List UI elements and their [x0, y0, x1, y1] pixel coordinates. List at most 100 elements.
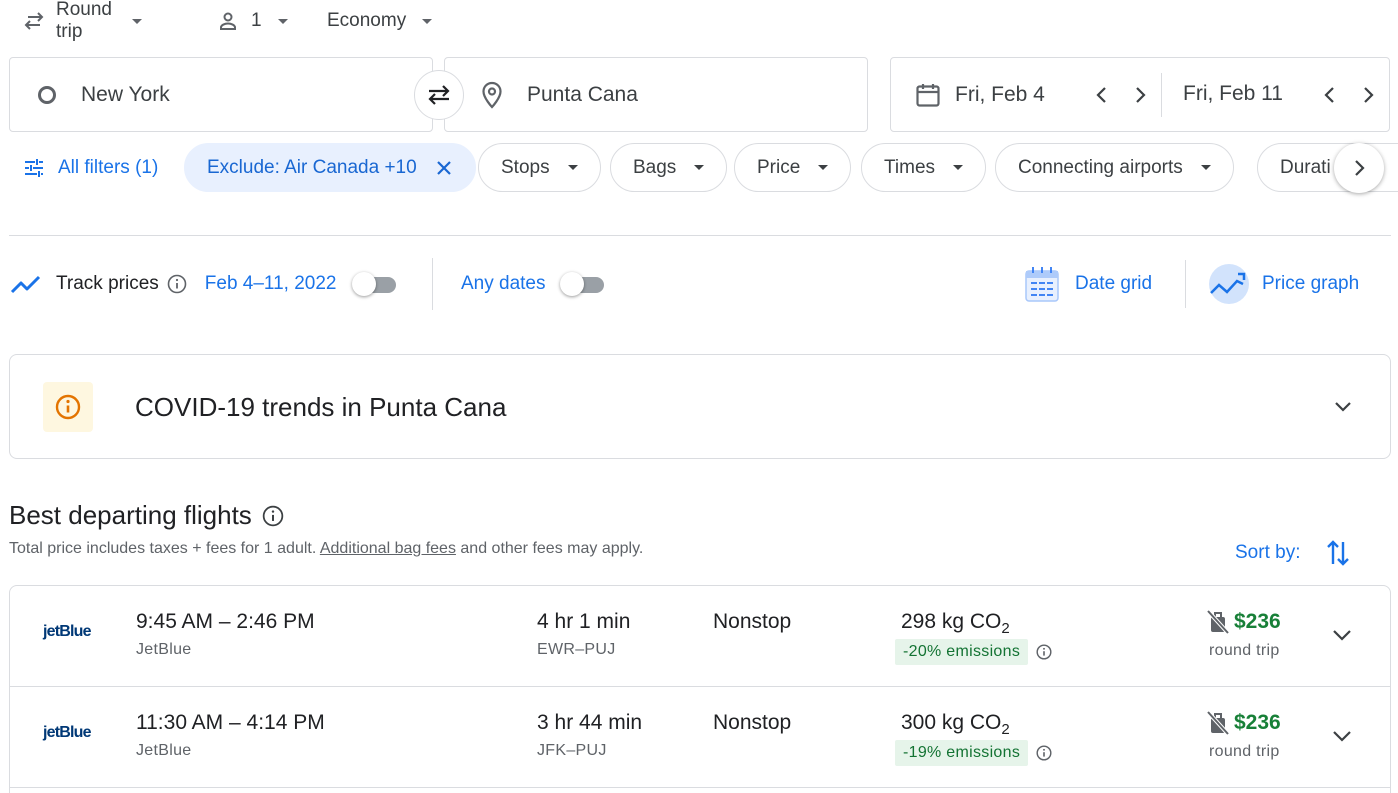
track-prices-toggle[interactable] [352, 272, 397, 296]
airline-name: JetBlue [136, 742, 192, 759]
any-dates: Any dates [461, 258, 604, 310]
dates-field[interactable]: Fri, Feb 4 Fri, Feb 11 [890, 57, 1390, 132]
flight-duration: 4 hr 1 min [537, 610, 631, 633]
sort-by-button[interactable]: Sort by: [1235, 538, 1350, 568]
chip-stops-label: Stops [501, 156, 550, 178]
chevron-down-icon [1333, 731, 1351, 742]
close-icon[interactable] [435, 159, 453, 177]
flight-price: $236 [1206, 709, 1281, 737]
chip-price[interactable]: Price [734, 143, 852, 192]
passengers-select[interactable]: 1 [215, 0, 288, 42]
swap-locations-button[interactable] [414, 70, 464, 120]
covid-title: COVID-19 trends in Punta Cana [135, 392, 507, 422]
chip-connecting-airports[interactable]: Connecting airports [995, 143, 1234, 192]
chevron-left-icon [1324, 87, 1334, 103]
destination-field[interactable]: Punta Cana [444, 57, 868, 132]
return-prev-button[interactable] [1319, 83, 1341, 107]
return-next-button[interactable] [1357, 83, 1379, 107]
any-dates-label: Any dates [461, 273, 546, 294]
flight-route: JFK–PUJ [537, 742, 607, 759]
trip-type-label: Round trip [56, 0, 112, 42]
chevron-down-icon[interactable] [1332, 395, 1354, 417]
price-graph-button[interactable]: Price graph [1208, 258, 1359, 310]
origin-field[interactable]: New York [9, 57, 433, 132]
track-prices: Track prices Feb 4–11, 2022 [10, 258, 397, 310]
info-icon[interactable] [262, 505, 284, 527]
chip-bags[interactable]: Bags [610, 143, 728, 192]
info-icon[interactable] [167, 274, 187, 294]
info-icon[interactable] [1036, 745, 1052, 761]
covid-trends-card[interactable]: COVID-19 trends in Punta Cana [9, 354, 1391, 459]
chevron-down-icon [694, 165, 705, 170]
toggle-knob [559, 272, 584, 296]
chevron-down-icon [1200, 165, 1211, 170]
vertical-divider [432, 258, 433, 310]
price-value: $236 [1234, 711, 1281, 734]
emissions-badge: -20% emissions [895, 639, 1029, 665]
cabin-class-select[interactable]: Economy [327, 0, 433, 42]
sort-icon [1327, 540, 1350, 566]
person-icon [215, 8, 241, 34]
chevron-down-icon [277, 18, 288, 24]
price-graph-label: Price graph [1262, 273, 1360, 294]
chevron-right-icon [1136, 87, 1146, 103]
price-graph-icon [1209, 264, 1249, 304]
co2-value: 300 kg CO [901, 711, 1002, 734]
chip-times-label: Times [884, 156, 936, 178]
flight-stops: Nonstop [713, 610, 792, 633]
trending-icon [10, 275, 41, 294]
co2-amount: 298 kg CO2 [901, 610, 1010, 637]
return-date[interactable]: Fri, Feb 11 [1183, 82, 1283, 106]
flight-results-list: jetBlue 9:45 AM – 2:46 PM JetBlue 4 hr 1… [9, 585, 1391, 793]
no-carry-on-bag-icon [1206, 609, 1230, 635]
price-note: round trip [1209, 642, 1280, 659]
bag-fees-link[interactable]: Additional bag fees [320, 540, 456, 557]
info-icon[interactable] [1036, 644, 1052, 660]
depart-date[interactable]: Fri, Feb 4 [955, 83, 1045, 107]
vertical-divider [1185, 260, 1186, 308]
chevron-right-icon [1355, 160, 1365, 176]
all-filters-button[interactable]: All filters (1) [22, 143, 158, 192]
co2-subscript: 2 [1001, 721, 1010, 739]
best-flights-subtitle: Total price includes taxes + fees for 1 … [9, 540, 643, 558]
best-flights-title: Best departing flights [9, 500, 252, 530]
airline-logo: jetBlue [43, 623, 92, 640]
origin-circle-icon [38, 85, 56, 104]
co2-value: 298 kg CO [901, 610, 1002, 633]
price-note: round trip [1209, 743, 1280, 760]
expand-flight-button[interactable] [1328, 723, 1356, 749]
any-dates-toggle[interactable] [559, 272, 604, 296]
chip-times[interactable]: Times [861, 143, 987, 192]
filter-chips-bar: All filters (1) Exclude: Air Canada +10 … [0, 143, 1398, 193]
airline-name: JetBlue [136, 641, 192, 658]
trip-type-select[interactable]: Round trip [22, 0, 142, 42]
price-value: $236 [1234, 610, 1281, 633]
exclude-airlines-chip[interactable]: Exclude: Air Canada +10 [184, 143, 476, 192]
expand-flight-button[interactable] [1328, 622, 1356, 648]
flight-row[interactable]: jetBlue 9:45 AM – 2:46 PM JetBlue 4 hr 1… [10, 586, 1390, 687]
chevron-down-icon [422, 18, 433, 24]
track-prices-label: Track prices [56, 273, 159, 294]
track-dates: Feb 4–11, 2022 [204, 273, 337, 294]
chevron-down-icon [953, 165, 964, 170]
subtitle-text: Total price includes taxes + fees for 1 … [9, 540, 320, 557]
all-filters-label: All filters (1) [58, 156, 159, 178]
chip-stops[interactable]: Stops [478, 143, 601, 192]
origin-input[interactable]: New York [81, 83, 170, 107]
flight-times: 9:45 AM – 2:46 PM [136, 610, 315, 633]
depart-prev-button[interactable] [1091, 83, 1113, 107]
airline-logo: jetBlue [43, 724, 92, 741]
destination-input[interactable]: Punta Cana [527, 83, 638, 107]
flight-price: $236 [1206, 608, 1281, 636]
location-pin-icon [481, 81, 503, 109]
flight-row[interactable]: jetBlue 11:30 AM – 4:14 PM JetBlue 3 hr … [10, 687, 1390, 788]
swap-horizontal-icon [22, 8, 46, 34]
chevron-down-icon [818, 165, 829, 170]
emissions-badge: -19% emissions [895, 740, 1029, 766]
depart-next-button[interactable] [1129, 83, 1151, 107]
date-grid-button[interactable]: Date grid [1024, 258, 1152, 310]
chips-scroll-next-button[interactable] [1334, 143, 1384, 193]
date-divider [1161, 73, 1162, 117]
passengers-count: 1 [251, 10, 262, 31]
subtitle-text-suffix: and other fees may apply. [455, 540, 644, 557]
